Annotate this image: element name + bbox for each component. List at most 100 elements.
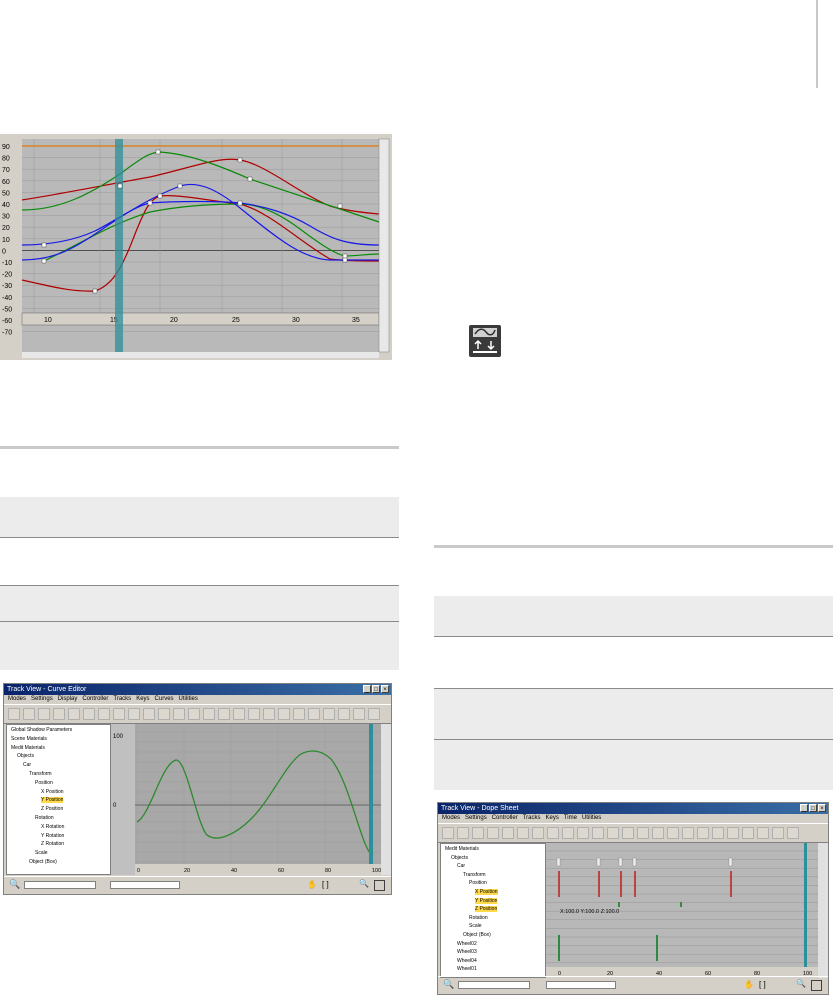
toolbar-button[interactable] — [113, 708, 125, 720]
toolbar-button[interactable] — [8, 708, 20, 720]
tree-item[interactable]: Y Position — [475, 897, 498, 904]
tree-item[interactable]: Objects — [451, 855, 468, 861]
menu-item[interactable]: Time — [564, 814, 577, 823]
toolbar-button[interactable] — [233, 708, 245, 720]
tree-item[interactable]: Wheel02 — [457, 941, 477, 947]
zoom-region-icon[interactable] — [374, 880, 385, 891]
tree-item[interactable]: Z Position — [41, 806, 63, 812]
track-name-field[interactable] — [24, 881, 96, 889]
menu-item[interactable]: Tracks — [113, 695, 131, 704]
minimize-icon[interactable]: _ — [363, 685, 371, 693]
toolbar-button[interactable] — [353, 708, 365, 720]
close-icon[interactable]: × — [381, 685, 389, 693]
toolbar-button[interactable] — [248, 708, 260, 720]
toolbar-button[interactable] — [562, 827, 574, 839]
tree-item[interactable]: X Position — [475, 889, 498, 895]
toolbar-button[interactable] — [637, 827, 649, 839]
menu-item[interactable]: Settings — [465, 814, 487, 823]
toolbar-button[interactable] — [128, 708, 140, 720]
toolbar-button[interactable] — [173, 708, 185, 720]
tree-item[interactable]: Wheel03 — [457, 949, 477, 955]
menu-item[interactable]: Controller — [492, 814, 518, 823]
zoom-icon[interactable]: 🔍 — [796, 979, 806, 988]
tree-item[interactable]: Medit Materials — [11, 745, 45, 751]
menu-item[interactable]: Utilities — [582, 814, 601, 823]
tree-item[interactable]: Position — [469, 880, 487, 886]
tree-item[interactable]: Transform — [463, 872, 486, 878]
menu-item[interactable]: Tracks — [523, 814, 541, 823]
menu-item[interactable]: Keys — [136, 695, 149, 704]
toolbar-button[interactable] — [577, 827, 589, 839]
toolbar-button[interactable] — [323, 708, 335, 720]
toolbar-button[interactable] — [218, 708, 230, 720]
tree-item[interactable]: Rotation — [469, 915, 488, 921]
tree-item[interactable]: Scene Materials — [11, 736, 47, 742]
toolbar-button[interactable] — [607, 827, 619, 839]
pan-icon[interactable]: ✋ — [744, 980, 754, 989]
toolbar-button[interactable] — [757, 827, 769, 839]
close-icon[interactable]: × — [818, 804, 826, 812]
zoom-selected-icon[interactable]: 🔍 — [443, 979, 454, 990]
toolbar-button[interactable] — [472, 827, 484, 839]
toolbar-button[interactable] — [53, 708, 65, 720]
toolbar-button[interactable] — [263, 708, 275, 720]
toolbar-button[interactable] — [293, 708, 305, 720]
tree-item[interactable]: Wheel01 — [457, 966, 477, 972]
toolbar-button[interactable] — [442, 827, 454, 839]
tree-item[interactable]: Objects — [17, 753, 34, 759]
toolbar-button[interactable] — [158, 708, 170, 720]
tree-item[interactable]: Y Rotation — [41, 833, 64, 839]
tree-item[interactable]: Scale — [469, 923, 482, 929]
toolbar-button[interactable] — [667, 827, 679, 839]
toolbar-button[interactable] — [457, 827, 469, 839]
tree-item[interactable]: Position — [35, 780, 53, 786]
minimize-icon[interactable]: _ — [800, 804, 808, 812]
toolbar-button[interactable] — [592, 827, 604, 839]
menu-item[interactable]: Modes — [8, 695, 26, 704]
menu-item[interactable]: Keys — [546, 814, 559, 823]
toolbar-button[interactable] — [772, 827, 784, 839]
zoom-icon[interactable]: 🔍 — [359, 879, 369, 888]
toolbar-button[interactable] — [712, 827, 724, 839]
toolbar-button[interactable] — [23, 708, 35, 720]
tree-item[interactable]: Z Rotation — [41, 841, 64, 847]
tree-item[interactable]: Global Shadow Parameters — [11, 727, 72, 733]
toolbar-button[interactable] — [338, 708, 350, 720]
menu-item[interactable]: Curves — [155, 695, 174, 704]
toolbar-button[interactable] — [682, 827, 694, 839]
toolbar-button[interactable] — [38, 708, 50, 720]
zoom-selected-icon[interactable]: 🔍 — [9, 879, 20, 890]
zoom-horizontal-icon[interactable]: [ ] — [322, 880, 329, 889]
toolbar-button[interactable] — [203, 708, 215, 720]
toolbar-button[interactable] — [83, 708, 95, 720]
toolbar-button[interactable] — [622, 827, 634, 839]
toolbar-button[interactable] — [278, 708, 290, 720]
tree-item[interactable]: Object (Box) — [463, 932, 491, 938]
toolbar-button[interactable] — [68, 708, 80, 720]
maximize-icon[interactable]: □ — [372, 685, 380, 693]
tree-item[interactable]: X Rotation — [41, 824, 64, 830]
tree-item[interactable]: Car — [457, 863, 465, 869]
zoom-region-icon[interactable] — [811, 980, 822, 991]
tree-item[interactable]: Car — [23, 762, 31, 768]
toolbar-button[interactable] — [547, 827, 559, 839]
tree-item[interactable]: Scale — [35, 850, 48, 856]
toolbar-button[interactable] — [787, 827, 799, 839]
maximize-icon[interactable]: □ — [809, 804, 817, 812]
key-time-field[interactable] — [546, 981, 616, 989]
tree-item[interactable]: X Position — [41, 789, 64, 795]
menu-item[interactable]: Display — [58, 695, 78, 704]
menu-item[interactable]: Utilities — [179, 695, 198, 704]
toolbar-button[interactable] — [143, 708, 155, 720]
toolbar-button[interactable] — [652, 827, 664, 839]
toolbar-button[interactable] — [742, 827, 754, 839]
tree-item[interactable]: Transform — [29, 771, 52, 777]
tree-item[interactable]: Medit Materials — [445, 846, 479, 852]
toolbar-button[interactable] — [517, 827, 529, 839]
menu-item[interactable]: Settings — [31, 695, 53, 704]
toolbar-button[interactable] — [502, 827, 514, 839]
tree-item[interactable]: Y Position — [41, 797, 64, 804]
track-name-field[interactable] — [458, 981, 530, 989]
tree-item[interactable]: Object (Box) — [29, 859, 57, 865]
tree-item[interactable]: Rotation — [35, 815, 54, 821]
